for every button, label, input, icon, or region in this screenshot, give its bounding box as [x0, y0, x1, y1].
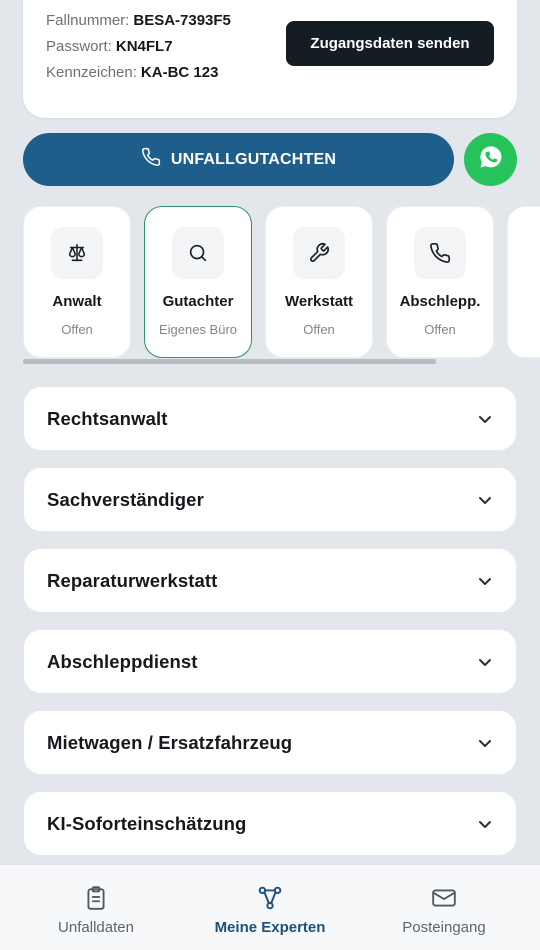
- expert-tile-status: Offen: [61, 322, 93, 337]
- report-call-button[interactable]: UNFALLGUTACHTEN: [23, 133, 454, 186]
- chevron-down-icon: [477, 492, 493, 508]
- phone-icon: [141, 147, 161, 172]
- section-title: Reparaturwerkstatt: [47, 569, 218, 591]
- section-abschleppdienst[interactable]: Abschleppdienst: [23, 629, 517, 694]
- section-rechtsanwalt[interactable]: Rechtsanwalt: [23, 386, 517, 451]
- bottom-nav: Unfalldaten Meine Experten Posteingang: [0, 864, 540, 950]
- expert-tile-title: Abschlepp.: [399, 293, 481, 310]
- chevron-down-icon: [477, 735, 493, 751]
- section-ki-soforteinschaetzung[interactable]: KI-Soforteinschätzung: [23, 791, 517, 856]
- section-title: Rechtsanwalt: [47, 407, 168, 429]
- nav-item-posteingang[interactable]: Posteingang: [384, 865, 504, 950]
- scale-icon: [51, 227, 103, 279]
- mail-icon: [432, 889, 456, 907]
- expert-tiles[interactable]: Anwalt Offen Gutachter Eigenes Büro Werk…: [23, 206, 540, 358]
- password-row: Passwort: KN4FL7: [46, 34, 231, 60]
- password-value: KN4FL7: [115, 38, 173, 55]
- section-reparaturwerkstatt[interactable]: Reparaturwerkstatt: [23, 548, 517, 613]
- report-call-label: UNFALLGUTACHTEN: [170, 150, 337, 168]
- expert-tile-anwalt[interactable]: Anwalt Offen: [23, 206, 131, 358]
- section-title: Mietwagen / Ersatzfahrzeug: [47, 731, 293, 753]
- whatsapp-button[interactable]: [464, 133, 517, 186]
- phone-icon: [414, 227, 466, 279]
- credentials-card: Fallnummer: BESA-7393F5 Passwort: KN4FL7 K…: [23, 0, 517, 118]
- password-label: Passwort:: [46, 38, 112, 55]
- send-credentials-button[interactable]: Zugangsdaten senden: [286, 21, 494, 66]
- nav-item-meine-experten[interactable]: Meine Experten: [200, 865, 340, 950]
- chevron-down-icon: [477, 654, 493, 670]
- expert-tile-abschlepp[interactable]: Abschlepp. Offen: [386, 206, 494, 358]
- license-plate-label: Kennzeichen:: [46, 64, 137, 81]
- nav-label: Posteingang: [402, 919, 486, 936]
- expert-tile-title: Gutachter: [162, 293, 234, 310]
- expert-tile-werkstatt[interactable]: Werkstatt Offen: [265, 206, 373, 358]
- nav-label: Unfalldaten: [58, 919, 134, 936]
- case-number-row: Fallnummer: BESA-7393F5: [46, 8, 231, 34]
- network-icon: [258, 886, 282, 910]
- credentials-list: Fallnummer: BESA-7393F5 Passwort: KN4FL7 K…: [46, 8, 231, 86]
- expert-tile-gutachter[interactable]: Gutachter Eigenes Büro: [144, 206, 252, 358]
- chevron-down-icon: [477, 816, 493, 832]
- case-number-value: BESA-7393F5: [133, 12, 231, 29]
- clipboard-icon: [87, 886, 105, 910]
- wrench-icon: [293, 227, 345, 279]
- chevron-down-icon: [477, 411, 493, 427]
- expert-tile-title: Werkstatt: [284, 293, 354, 310]
- expert-tile-partial[interactable]: [507, 206, 540, 358]
- section-mietwagen[interactable]: Mietwagen / Ersatzfahrzeug: [23, 710, 517, 775]
- section-title: Sachverständiger: [47, 488, 204, 510]
- license-plate-value: KA-BC 123: [140, 64, 219, 81]
- tiles-scrollbar[interactable]: [23, 359, 436, 364]
- chevron-down-icon: [477, 573, 493, 589]
- license-plate-row: Kennzeichen: KA-BC 123: [46, 60, 231, 86]
- expert-tile-status: Offen: [424, 322, 456, 337]
- section-title: Abschleppdienst: [47, 650, 198, 672]
- search-icon: [172, 227, 224, 279]
- case-number-label: Fallnummer:: [46, 12, 130, 29]
- nav-label: Meine Experten: [214, 919, 326, 936]
- expert-tile-status: Eigenes Büro: [158, 322, 238, 337]
- nav-item-unfalldaten[interactable]: Unfalldaten: [40, 865, 152, 950]
- expert-tile-status: Offen: [303, 322, 335, 337]
- expert-tile-title: Anwalt: [52, 293, 102, 310]
- section-sachverstaendiger[interactable]: Sachverständiger: [23, 467, 517, 532]
- whatsapp-icon: [478, 144, 504, 175]
- section-title: KI-Soforteinschätzung: [47, 812, 247, 834]
